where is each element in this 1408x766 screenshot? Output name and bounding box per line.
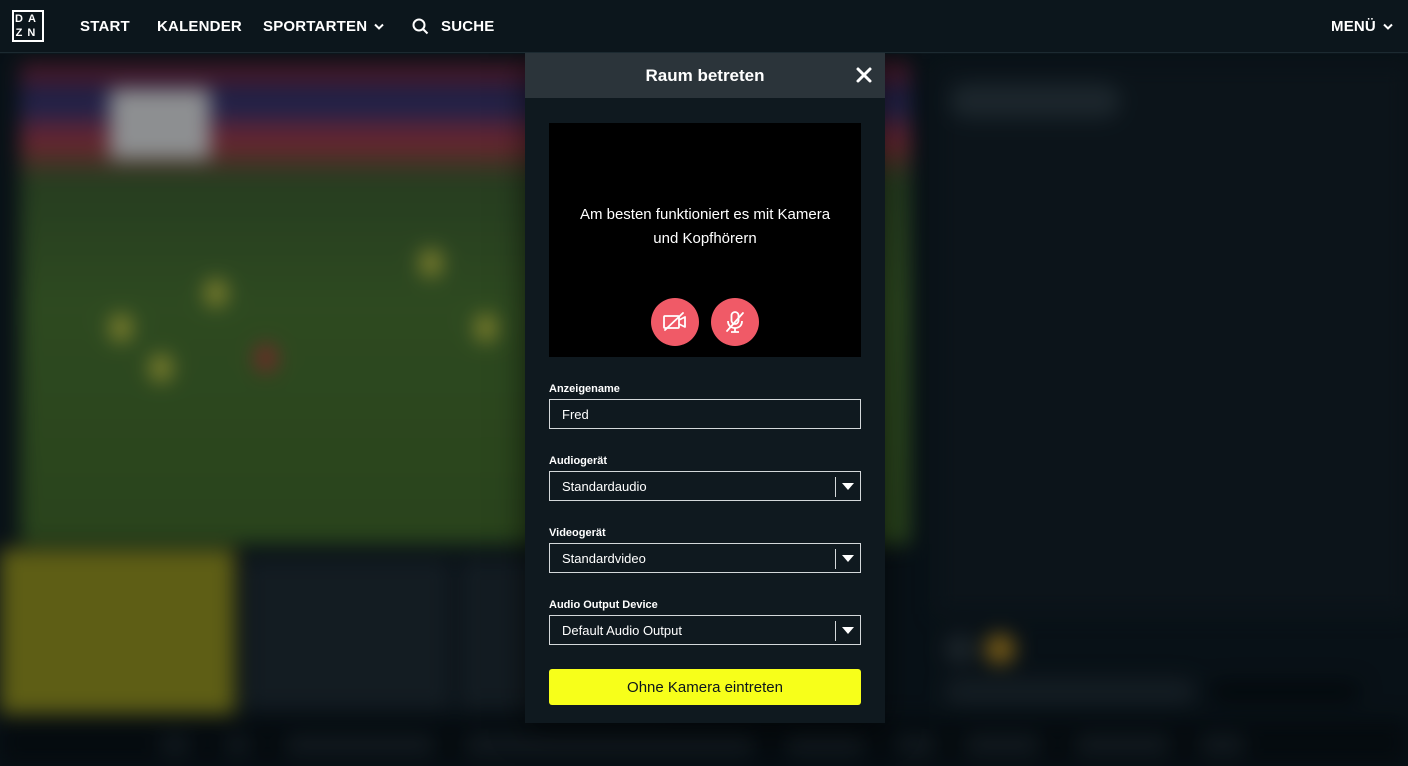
audio-device-select[interactable]: Standardaudio (549, 471, 861, 501)
menu-button[interactable]: MENÜ (1331, 0, 1393, 53)
select-divider (835, 477, 836, 497)
join-room-modal: Raum betreten Am besten funktioniert es … (525, 53, 885, 723)
close-icon[interactable] (855, 66, 873, 84)
nav-sportarten-label: SPORTARTEN (263, 18, 368, 35)
nav-kalender[interactable]: KALENDER (157, 0, 242, 53)
chevron-down-icon (374, 23, 384, 30)
audio-device-value: Standardaudio (562, 478, 647, 494)
dropdown-arrow-icon (842, 555, 854, 562)
audio-output-select[interactable]: Default Audio Output (549, 615, 861, 645)
dropdown-arrow-icon (842, 483, 854, 490)
menu-label: MENÜ (1331, 18, 1376, 35)
chevron-down-icon (1383, 23, 1393, 30)
modal-title: Raum betreten (645, 65, 765, 85)
display-name-label: Anzeigename (549, 383, 620, 395)
video-device-select[interactable]: Standardvideo (549, 543, 861, 573)
top-navigation: DA ZN START KALENDER SPORTARTEN SUCHE ME… (0, 0, 1408, 53)
video-device-value: Standardvideo (562, 550, 646, 566)
toggle-camera-button[interactable] (651, 298, 699, 346)
nav-start-label: START (80, 18, 130, 35)
join-without-camera-button[interactable]: Ohne Kamera eintreten (549, 669, 861, 705)
modal-header: Raum betreten (525, 53, 885, 98)
logo-letters-bottom: ZN (15, 26, 41, 39)
video-device-label: Videogerät (549, 527, 606, 539)
nav-sportarten[interactable]: SPORTARTEN (263, 0, 384, 53)
audio-output-label: Audio Output Device (549, 599, 658, 611)
display-name-input[interactable] (549, 399, 861, 429)
mic-off-icon (726, 311, 744, 333)
audio-output-value: Default Audio Output (562, 622, 682, 638)
dazn-logo[interactable]: DA ZN (12, 10, 44, 42)
toggle-mic-button[interactable] (711, 298, 759, 346)
dropdown-arrow-icon (842, 627, 854, 634)
nav-kalender-label: KALENDER (157, 18, 242, 35)
nav-suche-label: SUCHE (441, 18, 495, 35)
nav-start[interactable]: START (80, 0, 130, 53)
search-icon (412, 18, 429, 35)
camera-off-icon (663, 312, 686, 331)
preview-hint-text: Am besten funktioniert es mit Kamera und… (579, 206, 831, 247)
select-divider (835, 621, 836, 641)
select-divider (835, 549, 836, 569)
audio-device-label: Audiogerät (549, 455, 608, 467)
logo-letters-top: DA (15, 12, 41, 25)
nav-suche[interactable]: SUCHE (412, 0, 495, 53)
camera-preview: Am besten funktioniert es mit Kamera und… (549, 123, 861, 357)
